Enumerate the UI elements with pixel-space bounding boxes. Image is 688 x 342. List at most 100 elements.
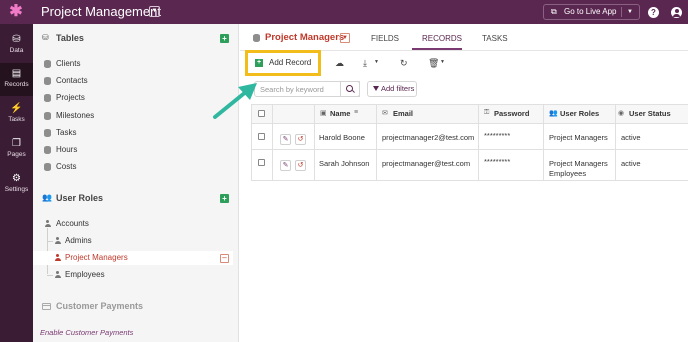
customer-payments-title: Customer Payments	[56, 301, 144, 311]
sidebar-item-label: Admins	[65, 236, 92, 245]
sidebar-item-hours[interactable]: Hours	[33, 144, 233, 156]
user-icon	[54, 237, 61, 245]
sidebar-item-label: Clients	[56, 59, 81, 68]
column-header-password[interactable]: Password	[494, 109, 529, 118]
refresh-icon[interactable]: ↻	[400, 58, 408, 69]
col-divider	[376, 104, 377, 181]
add-table-button[interactable]: +	[220, 34, 229, 43]
col-divider	[314, 104, 315, 181]
history-icon[interactable]: ↺	[295, 134, 306, 145]
table-cell-email: projectmanager2@test.com	[382, 133, 475, 142]
user-icon	[44, 220, 51, 228]
row-divider	[251, 180, 688, 181]
edit-pencil-icon[interactable]: ✎	[280, 134, 291, 145]
history-icon[interactable]: ↺	[295, 160, 306, 171]
sidebar-item-label: Costs	[56, 162, 77, 171]
sidebar-item-milestones[interactable]: Milestones	[33, 110, 233, 122]
column-header-user-roles[interactable]: User Roles	[560, 109, 599, 118]
add-filters-button[interactable]: Add filters	[367, 81, 417, 97]
nav-pages-label: Pages	[7, 151, 26, 158]
live-app-chevron-down-icon[interactable]: ▼	[627, 5, 633, 19]
table-icon	[44, 77, 51, 85]
table-icon	[44, 60, 51, 68]
row-divider	[251, 123, 688, 124]
column-header-user-status[interactable]: User Status	[629, 109, 671, 118]
go-to-live-app-button[interactable]: ⧉ Go to Live App ▼	[543, 4, 640, 20]
download-icon[interactable]: ⤓	[363, 58, 367, 69]
nav-settings[interactable]: ⚙ Settings	[0, 168, 33, 201]
user-roles-title: User Roles	[56, 193, 104, 203]
sidebar-item-label: Milestones	[56, 111, 95, 120]
email-field-icon: ✉	[382, 110, 388, 117]
column-header-name[interactable]: Name	[330, 109, 350, 118]
annotation-arrow	[213, 83, 257, 119]
tab-fields[interactable]: FIELDS	[371, 34, 399, 43]
col-divider	[272, 104, 273, 181]
tables-title: Tables	[56, 33, 84, 43]
sidebar: ⛁ Tables + Clients Contacts Projects Mil…	[33, 24, 239, 342]
row-checkbox[interactable]	[258, 133, 265, 140]
data-icon: ⛁	[12, 34, 21, 45]
asterisk-logo-icon[interactable]: ✱	[8, 4, 24, 20]
column-header-email[interactable]: Email	[393, 109, 413, 118]
user-account-icon[interactable]	[671, 7, 682, 18]
credit-card-icon	[42, 303, 51, 310]
nav-data[interactable]: ⛁ Data	[0, 29, 33, 62]
sidebar-item-label: Project Managers	[65, 253, 128, 262]
sidebar-item-admins[interactable]: Admins	[33, 234, 233, 248]
trash-icon[interactable]: 🗑	[428, 58, 439, 69]
user-icon	[54, 271, 61, 279]
delete-chevron-down-icon[interactable]: ▼	[440, 59, 445, 65]
key-icon: ⚿	[484, 109, 490, 116]
nav-pages[interactable]: ❐ Pages	[0, 133, 33, 166]
edit-pencil-icon[interactable]: ✎	[280, 160, 291, 171]
button-divider	[621, 7, 622, 17]
table-cell-user-roles: Project Managers	[549, 133, 608, 142]
sidebar-item-accounts[interactable]: Accounts	[33, 217, 233, 231]
sidebar-item-project-managers[interactable]: Project Managers ‒	[33, 251, 233, 265]
sidebar-item-contacts[interactable]: Contacts	[33, 75, 233, 87]
left-nav: ⛁ Data ▤ Records ⚡ Tasks ❐ Pages ⚙ Setti…	[0, 24, 33, 342]
cloud-upload-icon[interactable]: ☁	[335, 58, 344, 69]
sort-icon[interactable]: ≡	[354, 109, 358, 116]
help-icon[interactable]: ?	[648, 7, 659, 18]
sidebar-item-tasks[interactable]: Tasks	[33, 127, 233, 139]
row-divider	[251, 104, 688, 105]
table-icon	[44, 163, 51, 171]
table-cell-password: *********	[484, 131, 511, 140]
sidebar-item-label: Hours	[56, 145, 78, 154]
download-chevron-down-icon[interactable]: ▼	[374, 59, 379, 65]
app-menu-chevron-down-icon[interactable]: ▼	[149, 6, 160, 17]
table-cell-user-roles: Project Managers	[549, 159, 608, 168]
nav-records[interactable]: ▤ Records	[0, 63, 33, 96]
add-user-role-button[interactable]: +	[220, 194, 229, 203]
row-checkbox[interactable]	[258, 159, 265, 166]
sidebar-item-label: Tasks	[56, 128, 77, 137]
tasks-icon: ⚡	[10, 103, 23, 114]
sidebar-item-employees[interactable]: Employees	[33, 268, 233, 282]
tables-section-icon: ⛁	[42, 33, 49, 42]
title-chevron-down-icon[interactable]: ▼	[340, 33, 350, 43]
col-divider	[543, 104, 544, 181]
sidebar-item-projects[interactable]: Projects	[33, 92, 233, 104]
filter-icon	[373, 86, 379, 91]
search-icon[interactable]	[340, 81, 360, 97]
table-cell-user-status: active	[621, 159, 641, 168]
table-cell-name: Harold Boone	[319, 133, 365, 142]
plus-icon: +	[255, 59, 263, 67]
nav-settings-label: Settings	[4, 186, 29, 193]
sidebar-item-clients[interactable]: Clients	[33, 58, 233, 70]
gear-icon: ⚙	[12, 173, 21, 184]
enable-customer-payments-link[interactable]: Enable Customer Payments	[40, 328, 133, 337]
nav-tasks[interactable]: ⚡ Tasks	[0, 98, 33, 131]
table-cell-user-status: active	[621, 133, 641, 142]
user-icon	[54, 254, 61, 262]
name-field-icon: ▣	[320, 110, 327, 117]
role-options-chevron-down-icon[interactable]: ‒	[220, 254, 229, 263]
table-cell-user-roles-secondary: Employees	[549, 169, 587, 178]
sidebar-item-costs[interactable]: Costs	[33, 161, 233, 173]
add-record-button[interactable]: + Add Record	[245, 50, 321, 76]
tab-records[interactable]: RECORDS	[422, 34, 462, 43]
table-icon	[44, 129, 51, 137]
tab-tasks[interactable]: TASKS	[482, 34, 508, 43]
